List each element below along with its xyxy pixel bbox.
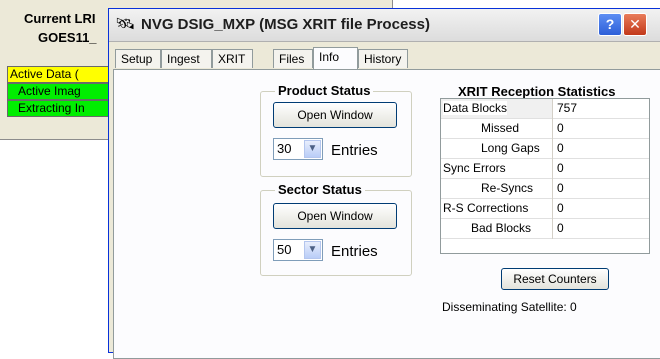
stats-value: 0 [557, 181, 564, 195]
stats-row-missed: Missed 0 [441, 119, 649, 139]
background-window-subtitle: GOES11_ [38, 30, 97, 45]
stats-label: Missed [481, 121, 520, 135]
stats-value: 0 [557, 221, 564, 235]
stats-label: Long Gaps [481, 141, 540, 155]
disseminating-satellite-text: Disseminating Satellite: 0 [442, 300, 577, 314]
tab-info[interactable]: Info [313, 47, 358, 69]
sector-status-title: Sector Status [275, 182, 365, 197]
stats-label: Data Blocks [443, 101, 508, 115]
stats-value: 0 [557, 141, 564, 155]
help-button[interactable]: ? [598, 13, 622, 36]
product-open-window-button[interactable]: Open Window [273, 102, 397, 128]
reset-counters-button[interactable]: Reset Counters [501, 268, 609, 290]
stats-value: 0 [557, 161, 564, 175]
product-status-group: Product Status Open Window 30 ▼ Entries [260, 83, 412, 177]
product-entries-label: Entries [331, 142, 378, 159]
window-title: NVG DSIG_MXP (MSG XRIT file Process) [141, 16, 430, 33]
sector-entries-select[interactable]: 50 ▼ [273, 239, 323, 261]
product-entries-select[interactable]: 30 ▼ [273, 138, 323, 160]
stats-label: Bad Blocks [471, 221, 532, 235]
satellite-icon: 🛰 [115, 16, 136, 33]
stats-row-data-blocks: Data Blocks 757 [441, 99, 649, 119]
stats-row-sync-errors: Sync Errors 0 [441, 159, 649, 179]
stats-row-bad-blocks: Bad Blocks 0 [441, 219, 649, 239]
tab-history[interactable]: History [358, 49, 408, 68]
stats-value: 0 [557, 201, 564, 215]
stats-label: R-S Corrections [443, 201, 529, 215]
stats-label: Re-Syncs [481, 181, 534, 195]
stats-label: Sync Errors [443, 161, 506, 175]
tab-files[interactable]: Files [273, 49, 313, 68]
stats-row-re-syncs: Re-Syncs 0 [441, 179, 649, 199]
close-button[interactable]: ✕ [623, 13, 647, 36]
sector-entries-label: Entries [331, 243, 378, 260]
tab-setup[interactable]: Setup [115, 49, 161, 68]
xrit-stats-table: Data Blocks 757 Missed 0 Long Gaps 0 Syn… [440, 98, 650, 254]
product-status-title: Product Status [275, 83, 374, 98]
product-entries-value: 30 [277, 141, 292, 156]
chevron-down-icon[interactable]: ▼ [304, 140, 321, 158]
chevron-down-icon[interactable]: ▼ [304, 241, 321, 259]
info-tab-panel: Product Status Open Window 30 ▼ Entries … [113, 69, 660, 359]
sector-open-window-button[interactable]: Open Window [273, 203, 397, 229]
title-bar[interactable]: 🛰 NVG DSIG_MXP (MSG XRIT file Process) ?… [109, 9, 660, 42]
sector-entries-value: 50 [277, 242, 292, 257]
stats-row-rs-corrections: R-S Corrections 0 [441, 199, 649, 219]
stats-row-long-gaps: Long Gaps 0 [441, 139, 649, 159]
sector-status-group: Sector Status Open Window 50 ▼ Entries [260, 182, 412, 276]
tab-xrit[interactable]: XRIT [212, 49, 253, 68]
stats-value: 757 [557, 101, 578, 115]
xrit-process-window: 🛰 NVG DSIG_MXP (MSG XRIT file Process) ?… [108, 8, 660, 359]
xrit-stats-title: XRIT Reception Statistics [458, 84, 616, 99]
background-window-title: Current LRI [24, 11, 96, 26]
stats-value: 0 [557, 121, 564, 135]
tab-ingest[interactable]: Ingest [161, 49, 212, 68]
